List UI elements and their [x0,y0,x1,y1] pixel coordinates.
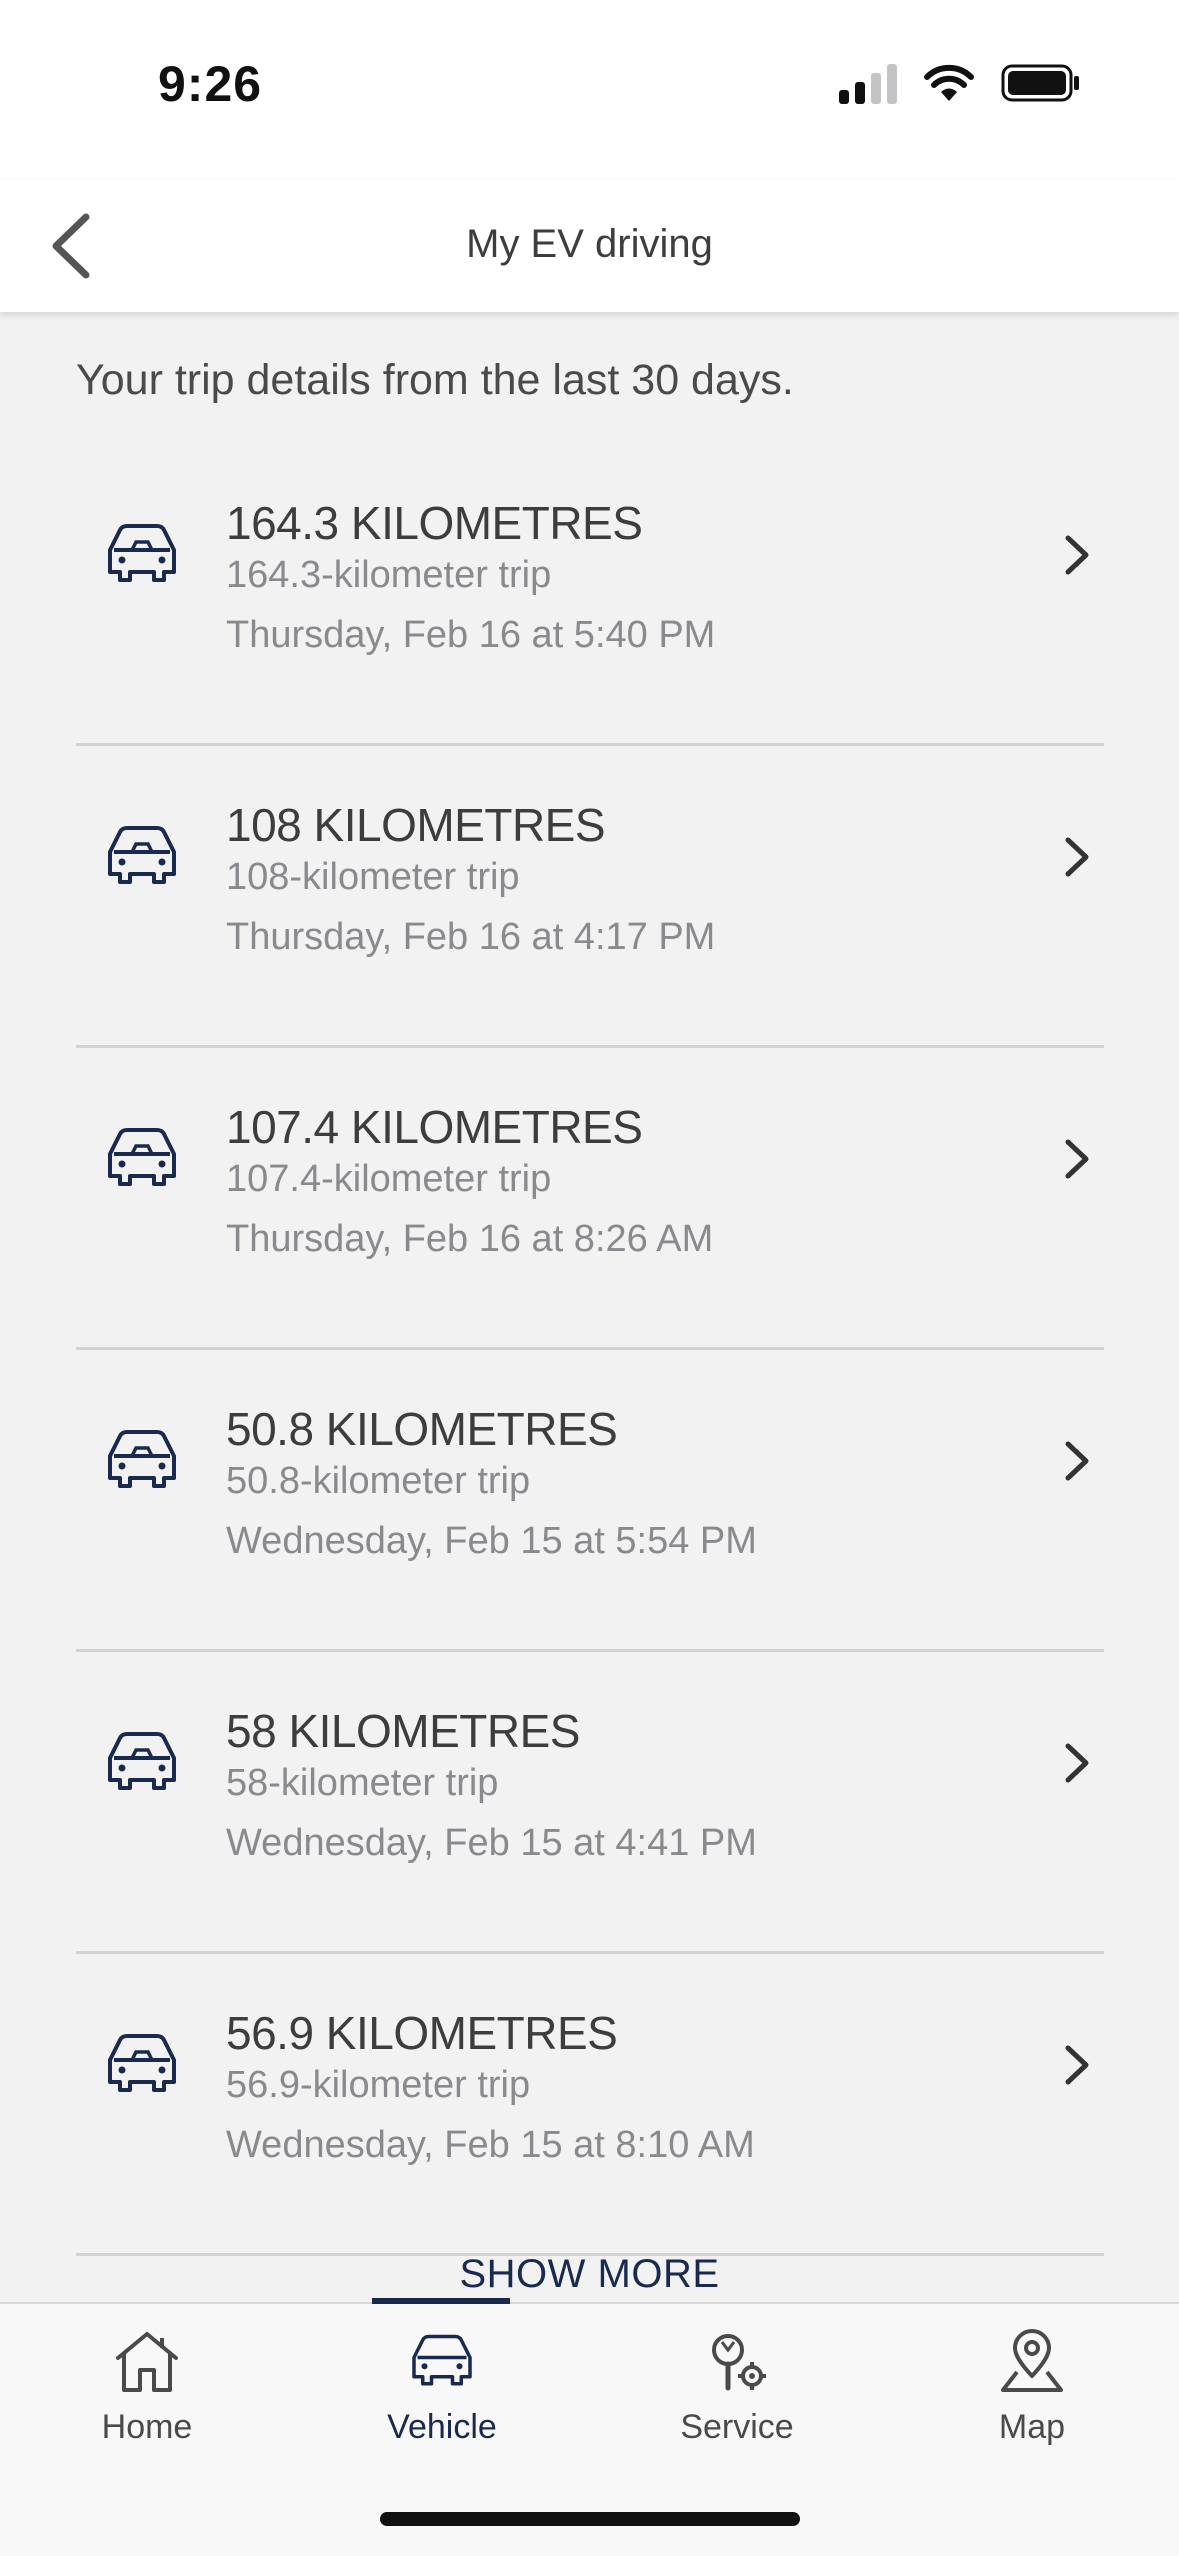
trip-date: Wednesday, Feb 15 at 8:10 AM [226,2124,755,2166]
tab-label: Home [101,2408,193,2446]
home-icon [116,2332,178,2392]
trip-distance: 50.8 KILOMETRES [226,1403,618,1455]
trip-subtitle: 108-kilometer trip [226,856,520,898]
trip-row[interactable]: 50.8 KILOMETRES 50.8-kilometer trip Wedn… [76,1350,1104,1652]
show-more-button[interactable]: SHOW MORE [0,2252,1179,2297]
trip-date: Wednesday, Feb 15 at 4:41 PM [226,1822,757,1864]
chevron-right-icon [1065,2045,1089,2085]
trip-distance: 56.9 KILOMETRES [226,2007,618,2059]
intro-text: Your trip details from the last 30 days. [76,356,794,404]
car-icon [412,2334,472,2386]
car-icon [108,1732,176,1790]
trip-list: 164.3 KILOMETRES 164.3-kilometer trip Th… [76,444,1104,2256]
car-icon [108,2034,176,2092]
trip-date: Thursday, Feb 16 at 5:40 PM [226,614,716,656]
active-tab-indicator [372,2298,510,2304]
nav-header: My EV driving [0,180,1179,312]
trip-subtitle: 107.4-kilometer trip [226,1158,552,1200]
cellular-signal-icon [839,62,897,104]
status-time: 9:26 [158,56,263,112]
trip-row[interactable]: 56.9 KILOMETRES 56.9-kilometer trip Wedn… [76,1954,1104,2256]
chevron-right-icon [1065,1743,1089,1783]
trip-subtitle: 58-kilometer trip [226,1762,499,1804]
trip-date: Thursday, Feb 16 at 8:26 AM [226,1218,714,1260]
tab-service[interactable]: Service [637,2328,837,2447]
trip-date: Thursday, Feb 16 at 4:17 PM [226,916,716,958]
status-bar: 9:26 [0,0,1179,180]
tab-home[interactable]: Home [47,2328,247,2447]
battery-icon [1001,64,1079,102]
tab-label: Map [998,2408,1066,2446]
trip-distance: 108 KILOMETRES [226,799,606,851]
status-icons [839,62,1081,104]
trip-row[interactable]: 108 KILOMETRES 108-kilometer trip Thursd… [76,746,1104,1048]
home-indicator[interactable] [380,2512,800,2526]
map-pin-icon [1001,2329,1063,2392]
car-icon [108,524,176,582]
tab-label: Service [680,2408,794,2446]
car-icon [108,1430,176,1488]
trip-subtitle: 164.3-kilometer trip [226,554,552,596]
tab-vehicle[interactable]: Vehicle [342,2328,542,2447]
chevron-right-icon [1065,1441,1089,1481]
chevron-right-icon [1065,1139,1089,1179]
tab-map[interactable]: Map [932,2328,1132,2447]
trip-subtitle: 56.9-kilometer trip [226,2064,531,2106]
chevron-right-icon [1065,535,1089,575]
service-icon [712,2334,766,2391]
wifi-icon [924,64,974,101]
car-icon [108,826,176,884]
chevron-right-icon [1065,837,1089,877]
trip-date: Wednesday, Feb 15 at 5:54 PM [226,1520,757,1562]
trip-distance: 164.3 KILOMETRES [226,497,643,549]
trip-row[interactable]: 164.3 KILOMETRES 164.3-kilometer trip Th… [76,444,1104,746]
tab-label: Vehicle [387,2408,497,2446]
trip-distance: 107.4 KILOMETRES [226,1101,643,1153]
car-icon [108,1128,176,1186]
trip-row[interactable]: 107.4 KILOMETRES 107.4-kilometer trip Th… [76,1048,1104,1350]
trip-subtitle: 50.8-kilometer trip [226,1460,531,1502]
page-title: My EV driving [466,222,713,266]
trip-distance: 58 KILOMETRES [226,1705,580,1757]
trip-row[interactable]: 58 KILOMETRES 58-kilometer trip Wednesda… [76,1652,1104,1954]
